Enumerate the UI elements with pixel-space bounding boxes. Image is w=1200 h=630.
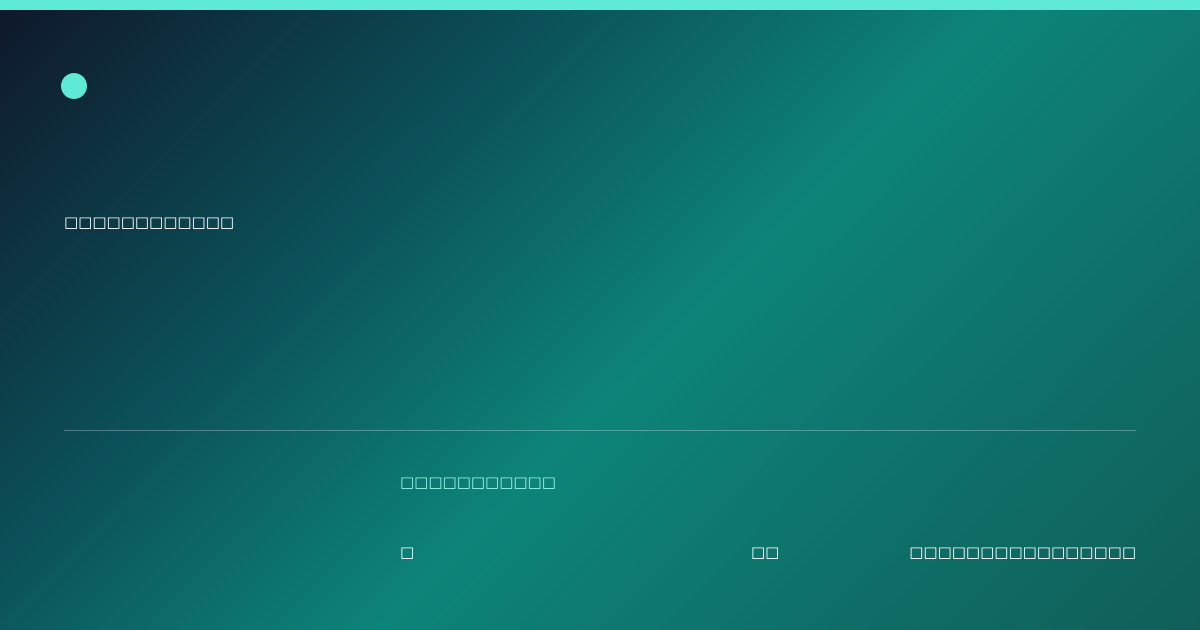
section-label: □□□□□□□□□□□ xyxy=(400,473,556,491)
card-headline: □□□□□□□□□□□□ xyxy=(64,213,235,231)
meta-middle-text: □□ xyxy=(751,543,780,561)
logo-dot-icon xyxy=(61,73,87,99)
accent-bar xyxy=(0,0,1200,10)
meta-left-text: □ xyxy=(400,543,415,561)
meta-right-text: □□□□□□□□□□□□□□□□ xyxy=(909,543,1136,561)
divider xyxy=(64,430,1136,431)
